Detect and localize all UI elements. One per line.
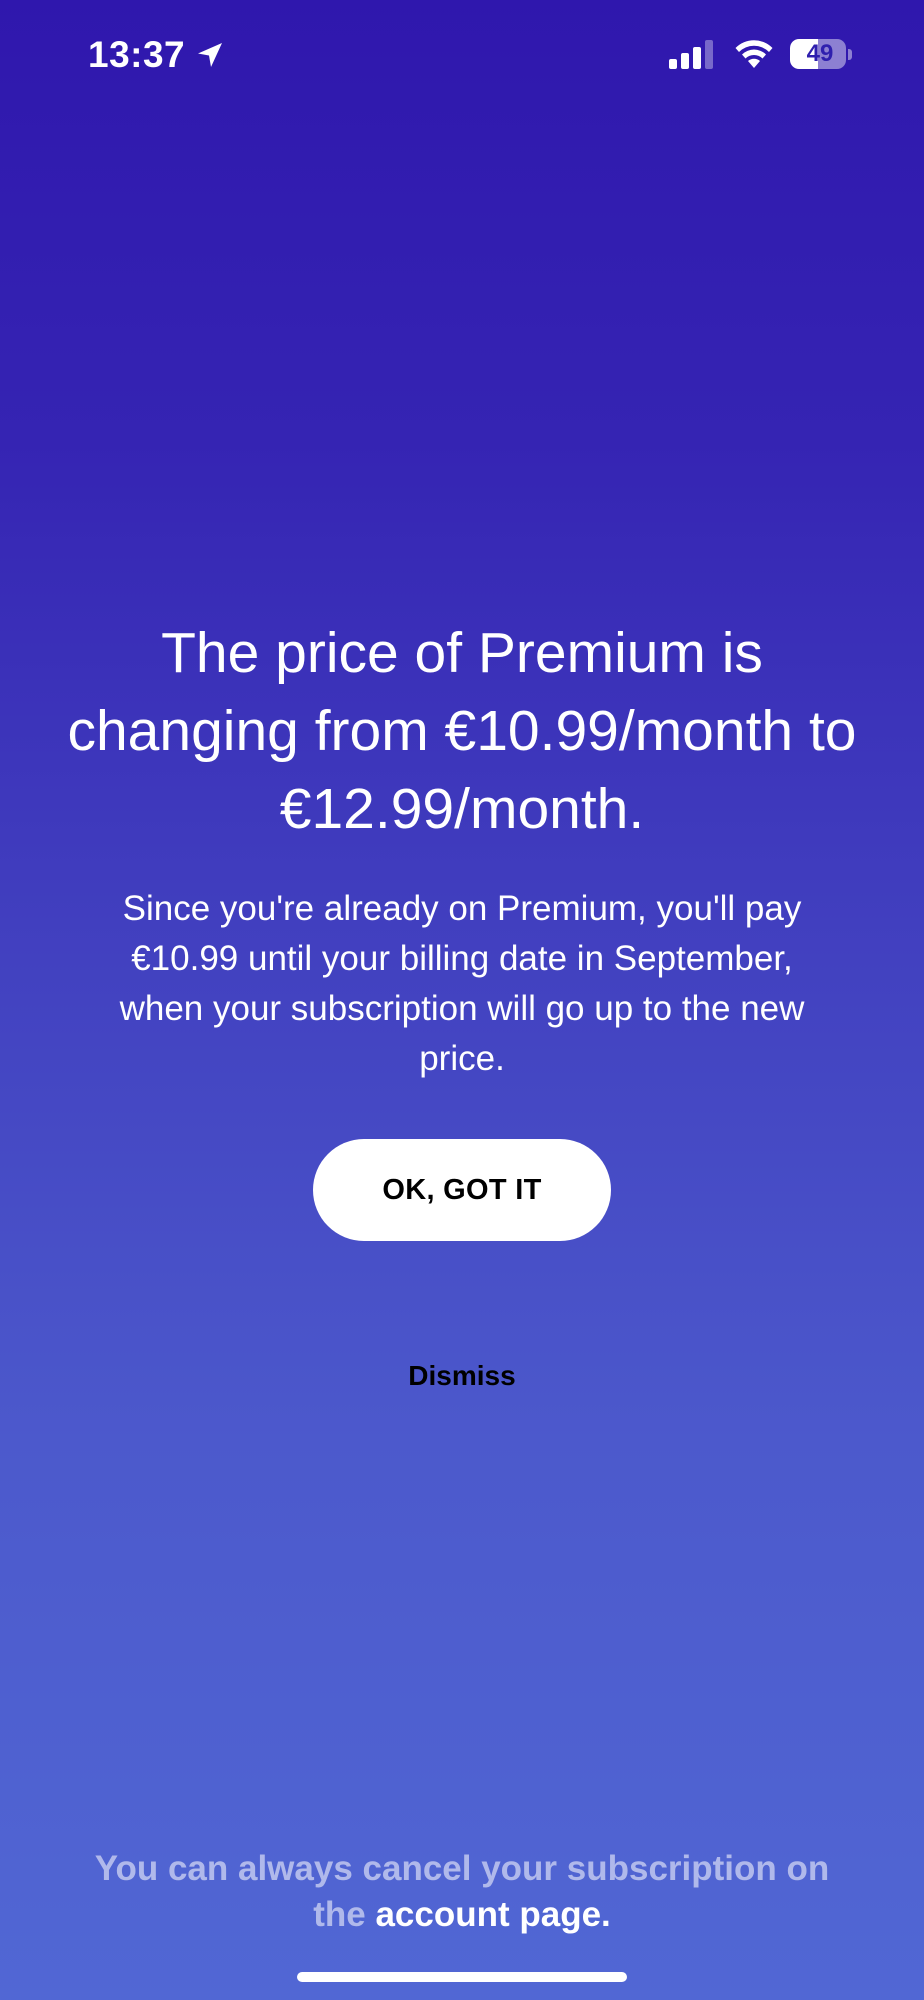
explanation-line: €10.99 until your billing date in Septem… <box>131 939 793 978</box>
price-change-headline: The price of Premium is changing from €1… <box>0 614 924 848</box>
footer-line: the account page. <box>0 1892 924 1938</box>
location-arrow-icon <box>195 40 225 70</box>
explanation-line: when your subscription will go up to the… <box>119 989 805 1028</box>
headline-line: changing from €10.99/month to <box>67 699 857 763</box>
cancel-subscription-note: You can always cancel your subscription … <box>0 1846 924 1938</box>
battery-icon: 49 <box>790 39 852 69</box>
status-time: 13:37 <box>88 34 186 75</box>
home-indicator[interactable] <box>297 1972 627 1982</box>
ok-got-it-button[interactable]: OK, GOT IT <box>313 1139 611 1241</box>
battery-level: 49 <box>806 40 834 67</box>
status-indicators: 49 <box>668 34 852 74</box>
battery-cap <box>848 48 852 60</box>
status-time-group: 13:37 <box>88 28 225 82</box>
battery-body: 49 <box>790 39 847 69</box>
wifi-icon <box>732 38 776 70</box>
status-bar: 13:37 49 <box>0 0 924 110</box>
cellular-signal-icon <box>668 38 716 70</box>
headline-line: €12.99/month. <box>279 777 645 841</box>
headline-line: The price of Premium is <box>161 621 763 685</box>
price-change-screen: 13:37 49 The price of Premium is changin… <box>0 0 924 2000</box>
footer-line: You can always cancel your subscription … <box>94 1849 830 1888</box>
explanation-line: price. <box>419 1039 505 1078</box>
account-page-link[interactable]: account page. <box>375 1895 610 1934</box>
dismiss-button[interactable]: Dismiss <box>312 1354 612 1398</box>
footer-prefix: the <box>313 1895 376 1934</box>
explanation-line: Since you're already on Premium, you'll … <box>122 889 802 928</box>
price-change-explanation: Since you're already on Premium, you'll … <box>0 884 924 1084</box>
